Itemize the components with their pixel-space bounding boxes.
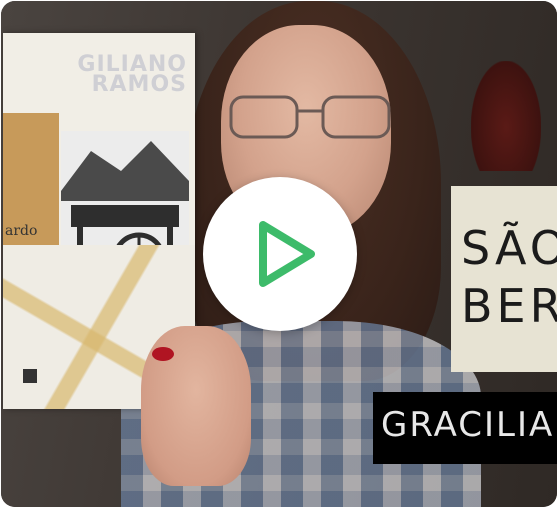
title-card-line1: SÃO bbox=[461, 221, 557, 275]
glasses-image bbox=[229, 95, 391, 139]
guitar-image bbox=[471, 61, 541, 171]
book-author: GILIANO RAMOS bbox=[77, 52, 187, 97]
play-button[interactable] bbox=[203, 177, 357, 331]
red-nail bbox=[152, 347, 174, 361]
title-card-line2: BER bbox=[461, 279, 557, 333]
publisher-logo-icon bbox=[23, 369, 37, 383]
caption-text: GRACILIA bbox=[381, 405, 555, 445]
play-icon bbox=[259, 221, 315, 287]
video-card[interactable]: GILIANO RAMOS ardo SÃO BER GRACILIA bbox=[1, 1, 557, 507]
book-title: ardo bbox=[5, 223, 38, 239]
